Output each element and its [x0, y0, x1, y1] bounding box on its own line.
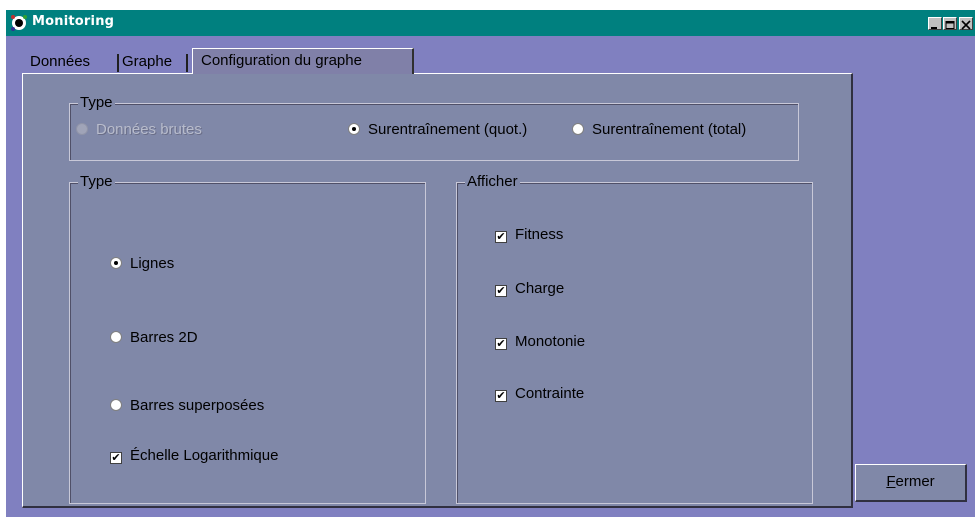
- tab-divider: [117, 54, 119, 72]
- checkbox-monotonie[interactable]: ✔ Monotonie: [495, 333, 585, 351]
- close-button-label: ermer: [895, 473, 935, 490]
- close-icon: [961, 20, 971, 30]
- checkbox-label: Contrainte: [515, 385, 585, 402]
- radio-barres-2d[interactable]: Barres 2D: [110, 329, 198, 347]
- radio-button-icon: [76, 123, 88, 135]
- checkbox-charge[interactable]: ✔ Charge: [495, 280, 564, 298]
- radio-barres-superposees[interactable]: Barres superposées: [110, 397, 264, 415]
- checkbox-label: Charge: [515, 280, 565, 297]
- minimize-icon: [931, 27, 937, 29]
- monitoring-window: Monitoring Données Graphe Type Données b…: [6, 10, 975, 517]
- radio-label: Barres superposées: [130, 397, 265, 414]
- checkbox-label: Fitness: [515, 226, 564, 243]
- radio-label: Surentraînement (quot.): [368, 121, 528, 138]
- radio-button-icon[interactable]: [110, 399, 122, 411]
- radio-label: Lignes: [130, 255, 175, 272]
- tab-donnees[interactable]: Données: [26, 51, 120, 73]
- radio-label: Surentraînement (total): [592, 121, 747, 138]
- radio-donnees-brutes: Données brutes: [76, 121, 202, 139]
- display-group: Afficher ✔ Fitness ✔ Charge ✔ Monotonie ✔ Co…: [456, 173, 813, 504]
- title-bar[interactable]: Monitoring: [6, 10, 975, 36]
- maximize-icon: [945, 21, 955, 29]
- data-type-group: Type Données brutes Surentraînement (quo…: [69, 94, 799, 161]
- radio-label: Données brutes: [96, 121, 202, 138]
- checkbox-checked-icon[interactable]: ✔: [495, 338, 507, 350]
- maximize-button[interactable]: [943, 17, 957, 30]
- tab-panel-configuration: Type Données brutes Surentraînement (quo…: [22, 73, 853, 508]
- checkbox-contrainte[interactable]: ✔ Contrainte: [495, 385, 584, 403]
- radio-surentrainement-quot[interactable]: Surentraînement (quot.): [348, 121, 527, 139]
- chart-type-group: Type Lignes Barres 2D Barres superposées…: [69, 173, 426, 504]
- checkbox-checked-icon[interactable]: ✔: [495, 231, 507, 243]
- checkbox-label: Monotonie: [515, 333, 586, 350]
- chart-type-group-label: Type: [78, 173, 115, 191]
- checkbox-echelle-logarithmique[interactable]: ✔ Échelle Logarithmique: [110, 447, 278, 465]
- checkbox-label: Échelle Logarithmique: [130, 447, 279, 464]
- minimize-button[interactable]: [928, 17, 942, 30]
- radio-surentrainement-total[interactable]: Surentraînement (total): [572, 121, 746, 139]
- radio-lignes[interactable]: Lignes: [110, 255, 174, 273]
- radio-button-icon[interactable]: [110, 331, 122, 343]
- display-group-label: Afficher: [465, 173, 520, 191]
- tab-divider: [186, 54, 188, 72]
- radio-button-icon[interactable]: [572, 123, 584, 135]
- checkbox-checked-icon[interactable]: ✔: [110, 452, 122, 464]
- close-button-mnemonic: F: [886, 473, 896, 490]
- tab-configuration-du-graphe[interactable]: Configuration du graphe: [192, 48, 414, 74]
- checkbox-fitness[interactable]: ✔ Fitness: [495, 226, 563, 244]
- tab-graphe[interactable]: Graphe: [120, 51, 190, 73]
- radio-label: Barres 2D: [130, 329, 198, 346]
- radio-button-selected-icon[interactable]: [110, 257, 122, 269]
- app-icon[interactable]: [10, 14, 28, 32]
- window-title: Monitoring: [32, 14, 115, 29]
- radio-button-selected-icon[interactable]: [348, 123, 360, 135]
- checkbox-checked-icon[interactable]: ✔: [495, 285, 507, 297]
- close-button[interactable]: Fermer: [855, 464, 967, 502]
- data-type-group-label: Type: [78, 94, 115, 112]
- close-window-button[interactable]: [959, 17, 973, 30]
- checkbox-checked-icon[interactable]: ✔: [495, 390, 507, 402]
